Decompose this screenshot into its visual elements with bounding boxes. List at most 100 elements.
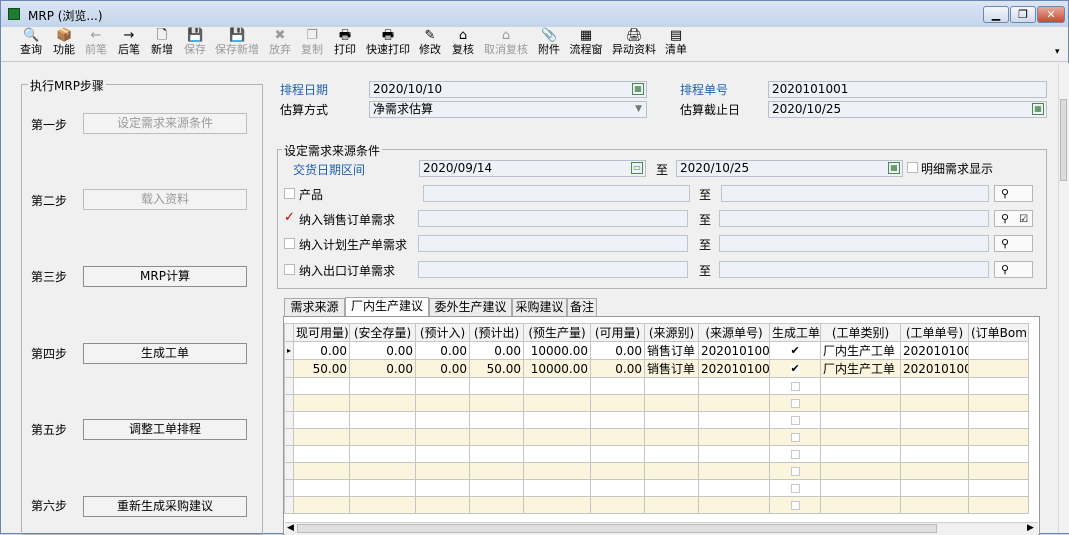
schedule-no-field[interactable]: 2020101001 <box>768 81 1047 98</box>
toolbar-button-review[interactable]: ⌂ 复核 <box>450 28 476 60</box>
toolbar-button-discard[interactable]: ✖ 放弃 <box>267 28 293 60</box>
table-cell[interactable] <box>349 377 416 395</box>
table-cell[interactable]: 10000.00 <box>523 359 591 378</box>
toolbar-button-function[interactable]: 📦 功能 <box>51 28 77 60</box>
table-cell[interactable] <box>900 377 969 395</box>
tab-2[interactable]: 厂内生产建议 <box>345 297 429 317</box>
table-cell[interactable] <box>820 428 901 446</box>
table-cell[interactable]: 0.00 <box>293 341 350 360</box>
sales-order-to-field[interactable] <box>719 210 989 227</box>
mrp-calculate-button[interactable]: MRP计算 <box>83 266 247 287</box>
toolbar-button-query[interactable]: 🔍 查询 <box>18 28 44 60</box>
table-cell[interactable] <box>968 359 1029 378</box>
table-row[interactable]: 50.00 0.00 0.00 50.00 10000.00 0.00 销售订单 202010… <box>284 359 1029 378</box>
table-cell[interactable] <box>415 496 470 514</box>
table-cell[interactable] <box>968 341 1029 360</box>
column-header[interactable]: (预生产量) <box>523 323 591 342</box>
table-cell[interactable] <box>590 428 645 446</box>
toolbar-button-cancel-review[interactable]: ⌂ 取消复核 <box>484 28 528 60</box>
table-cell[interactable]: 0.00 <box>469 341 524 360</box>
column-header[interactable]: (工单类别) <box>820 323 901 342</box>
table-cell[interactable] <box>293 377 350 395</box>
table-cell[interactable] <box>523 462 591 480</box>
table-row[interactable] <box>284 377 1029 395</box>
table-cell[interactable] <box>590 462 645 480</box>
table-cell[interactable] <box>900 462 969 480</box>
set-demand-source-button[interactable]: 设定需求来源条件 <box>83 113 247 134</box>
table-cell[interactable] <box>349 394 416 412</box>
table-cell[interactable] <box>523 428 591 446</box>
table-row[interactable]: ▸ 0.00 0.00 0.00 0.00 10000.00 0.00 销售订单 2020101… <box>284 341 1029 360</box>
toolbar-button-flow-window[interactable]: ▦ 流程窗 <box>569 28 603 60</box>
table-cell[interactable]: 销售订单 <box>644 359 699 378</box>
estimate-end-field[interactable]: 2020/10/25 ▦ <box>768 101 1047 118</box>
table-cell[interactable] <box>293 394 350 412</box>
table-cell[interactable] <box>644 445 699 463</box>
table-cell[interactable] <box>644 462 699 480</box>
table-cell[interactable] <box>644 479 699 497</box>
table-cell[interactable] <box>968 462 1029 480</box>
generate-work-order-button[interactable]: 生成工单 <box>83 343 247 364</box>
table-cell[interactable] <box>820 479 901 497</box>
table-cell[interactable] <box>590 496 645 514</box>
close-button[interactable]: ✕ <box>1037 6 1065 23</box>
table-cell[interactable] <box>349 479 416 497</box>
table-cell[interactable] <box>698 394 770 412</box>
column-header[interactable]: (订单Bom) <box>968 323 1029 342</box>
plan-production-checkbox[interactable] <box>284 238 295 249</box>
table-cell[interactable] <box>968 394 1029 412</box>
table-cell[interactable] <box>293 428 350 446</box>
table-cell[interactable] <box>293 462 350 480</box>
table-row[interactable] <box>284 445 1029 463</box>
table-cell[interactable] <box>590 479 645 497</box>
table-cell[interactable] <box>820 377 901 395</box>
calendar-icon[interactable]: ▦ <box>632 83 644 95</box>
table-cell[interactable] <box>469 479 524 497</box>
generate-work-order-checkbox[interactable] <box>790 399 800 408</box>
table-cell[interactable] <box>820 496 901 514</box>
table-cell[interactable]: 50.00 <box>469 359 524 378</box>
export-order-to-field[interactable] <box>719 261 989 278</box>
table-cell[interactable] <box>523 479 591 497</box>
table-cell[interactable] <box>698 445 770 463</box>
table-cell[interactable] <box>968 411 1029 429</box>
table-cell[interactable]: 0.00 <box>349 359 416 378</box>
product-checkbox[interactable] <box>284 188 295 199</box>
schedule-date-field[interactable]: 2020/10/10 ▦ <box>369 81 647 98</box>
table-cell[interactable] <box>698 428 770 446</box>
table-cell[interactable] <box>900 428 969 446</box>
toolbar-button-new[interactable]: 🗋 新增 <box>149 28 175 60</box>
table-cell[interactable] <box>900 394 969 412</box>
table-cell[interactable] <box>968 445 1029 463</box>
column-header[interactable]: (安全存量) <box>349 323 416 342</box>
table-cell[interactable] <box>523 377 591 395</box>
table-cell[interactable] <box>523 496 591 514</box>
plan-production-lookup-button[interactable]: ⚲ <box>994 235 1033 252</box>
plan-production-to-field[interactable] <box>719 235 989 252</box>
generate-work-order-checkbox[interactable] <box>790 416 800 425</box>
table-cell[interactable] <box>769 462 821 480</box>
table-cell[interactable] <box>698 479 770 497</box>
calendar-icon[interactable]: ▭ <box>631 162 643 174</box>
generate-work-order-checkbox[interactable] <box>790 484 800 493</box>
horizontal-scrollbar[interactable]: ◀ ▶ <box>285 522 1038 535</box>
table-cell[interactable] <box>349 428 416 446</box>
table-row[interactable] <box>284 496 1029 514</box>
scrollbar-thumb[interactable] <box>1060 99 1067 181</box>
table-row[interactable] <box>284 479 1029 497</box>
table-cell[interactable] <box>469 462 524 480</box>
regenerate-purchase-button[interactable]: 重新生成采购建议 <box>83 496 247 517</box>
table-cell[interactable] <box>523 445 591 463</box>
table-cell[interactable] <box>590 411 645 429</box>
vertical-scrollbar[interactable] <box>1058 63 1069 533</box>
table-cell[interactable] <box>900 496 969 514</box>
sales-order-option-checkbox[interactable]: ☑ <box>1019 214 1028 225</box>
export-order-lookup-button[interactable]: ⚲ <box>994 261 1033 278</box>
table-cell[interactable] <box>293 445 350 463</box>
plan-production-from-field[interactable] <box>418 235 688 252</box>
generate-work-order-checkbox[interactable]: ✔ <box>790 345 800 356</box>
toolbar-button-quick-print[interactable]: 🖶 快速打印 <box>366 28 410 60</box>
table-cell[interactable] <box>769 377 821 395</box>
table-cell[interactable] <box>415 462 470 480</box>
table-row[interactable] <box>284 462 1029 480</box>
